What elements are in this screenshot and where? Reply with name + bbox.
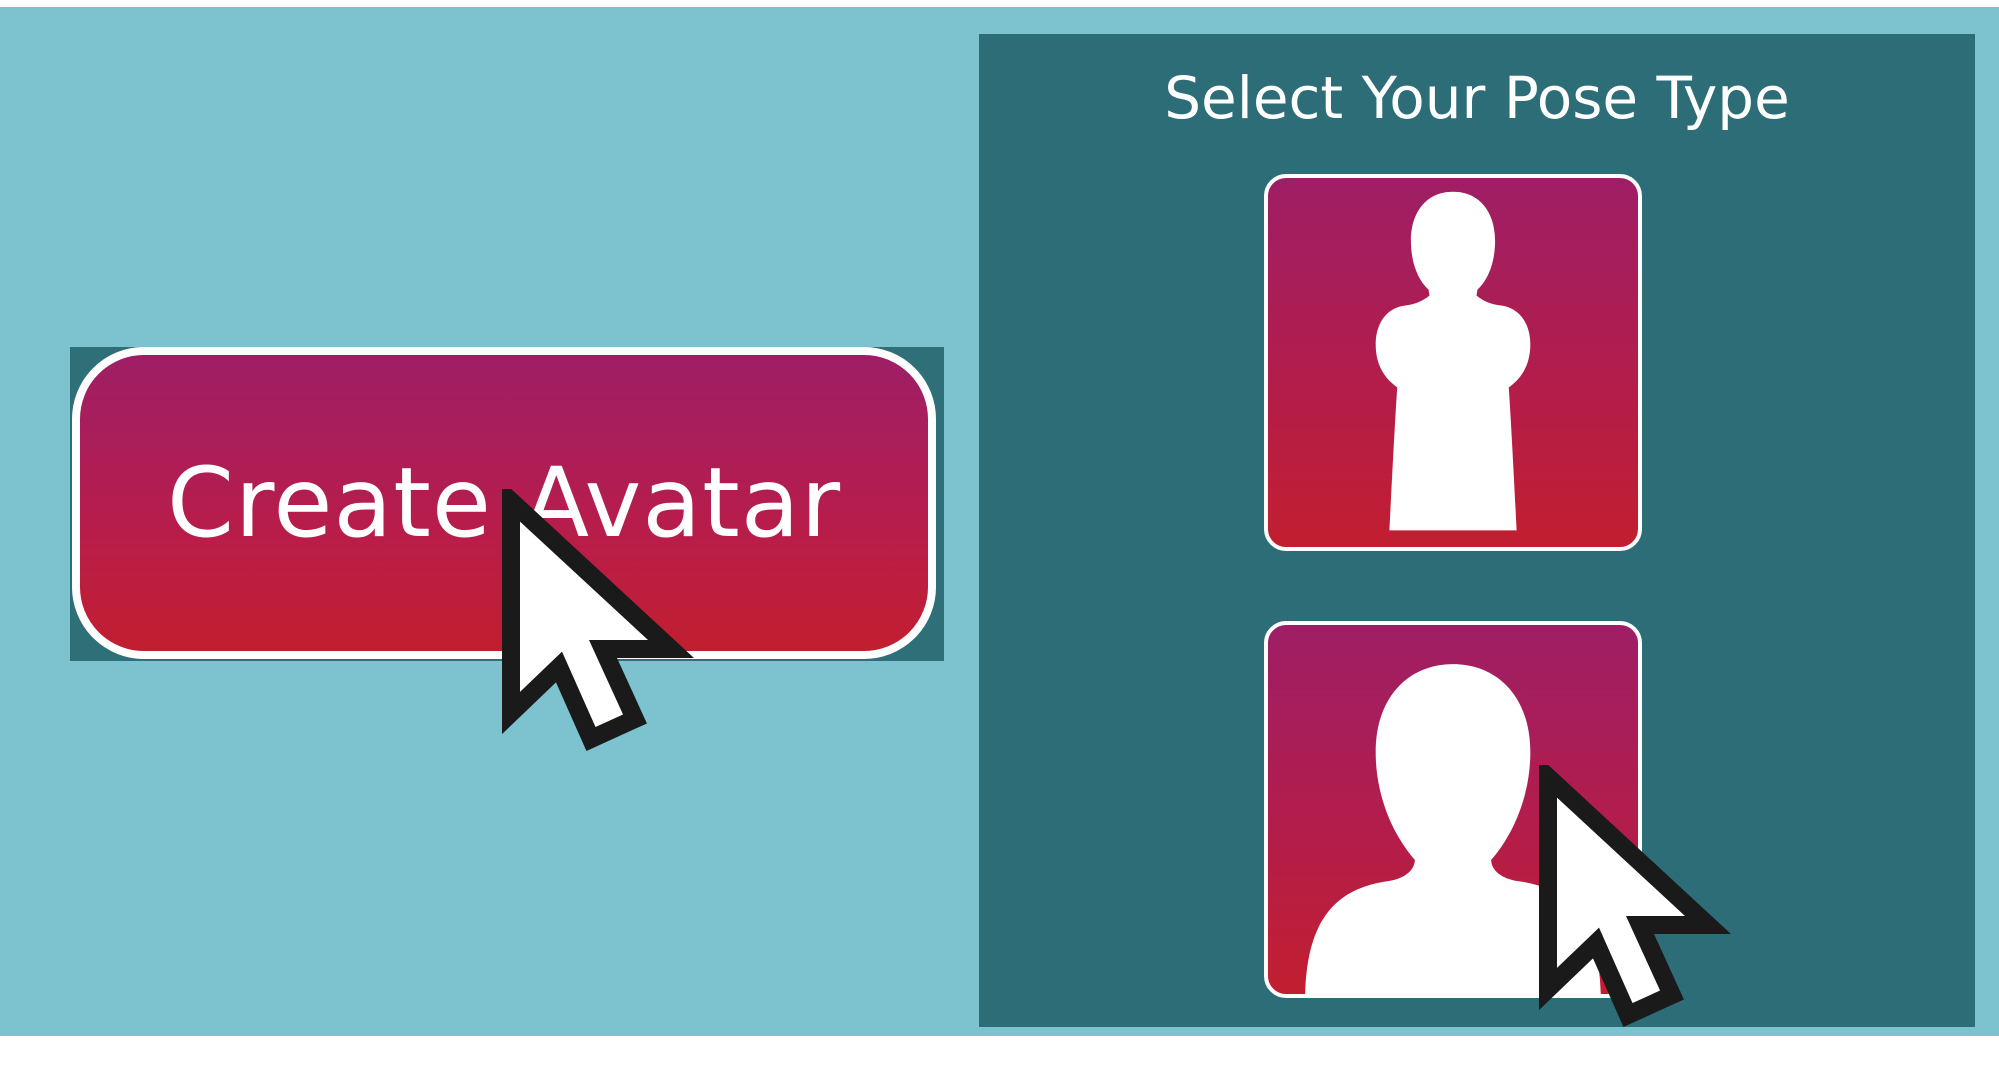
pose-type-title: Select Your Pose Type	[1164, 64, 1790, 132]
create-avatar-button-label: Create Avatar	[166, 447, 842, 559]
tutorial-canvas: Create Avatar Select Your Pose Type	[0, 7, 1999, 1036]
full-body-silhouette-icon	[1375, 191, 1531, 531]
pose-option-head-shoulders[interactable]	[1264, 621, 1642, 998]
pose-type-panel: Select Your Pose Type	[979, 34, 1975, 1027]
create-avatar-button-frame: Create Avatar	[70, 347, 944, 661]
create-avatar-button[interactable]: Create Avatar	[72, 347, 936, 659]
head-shoulders-silhouette-icon	[1305, 664, 1601, 994]
pose-option-full-body[interactable]	[1264, 174, 1642, 551]
